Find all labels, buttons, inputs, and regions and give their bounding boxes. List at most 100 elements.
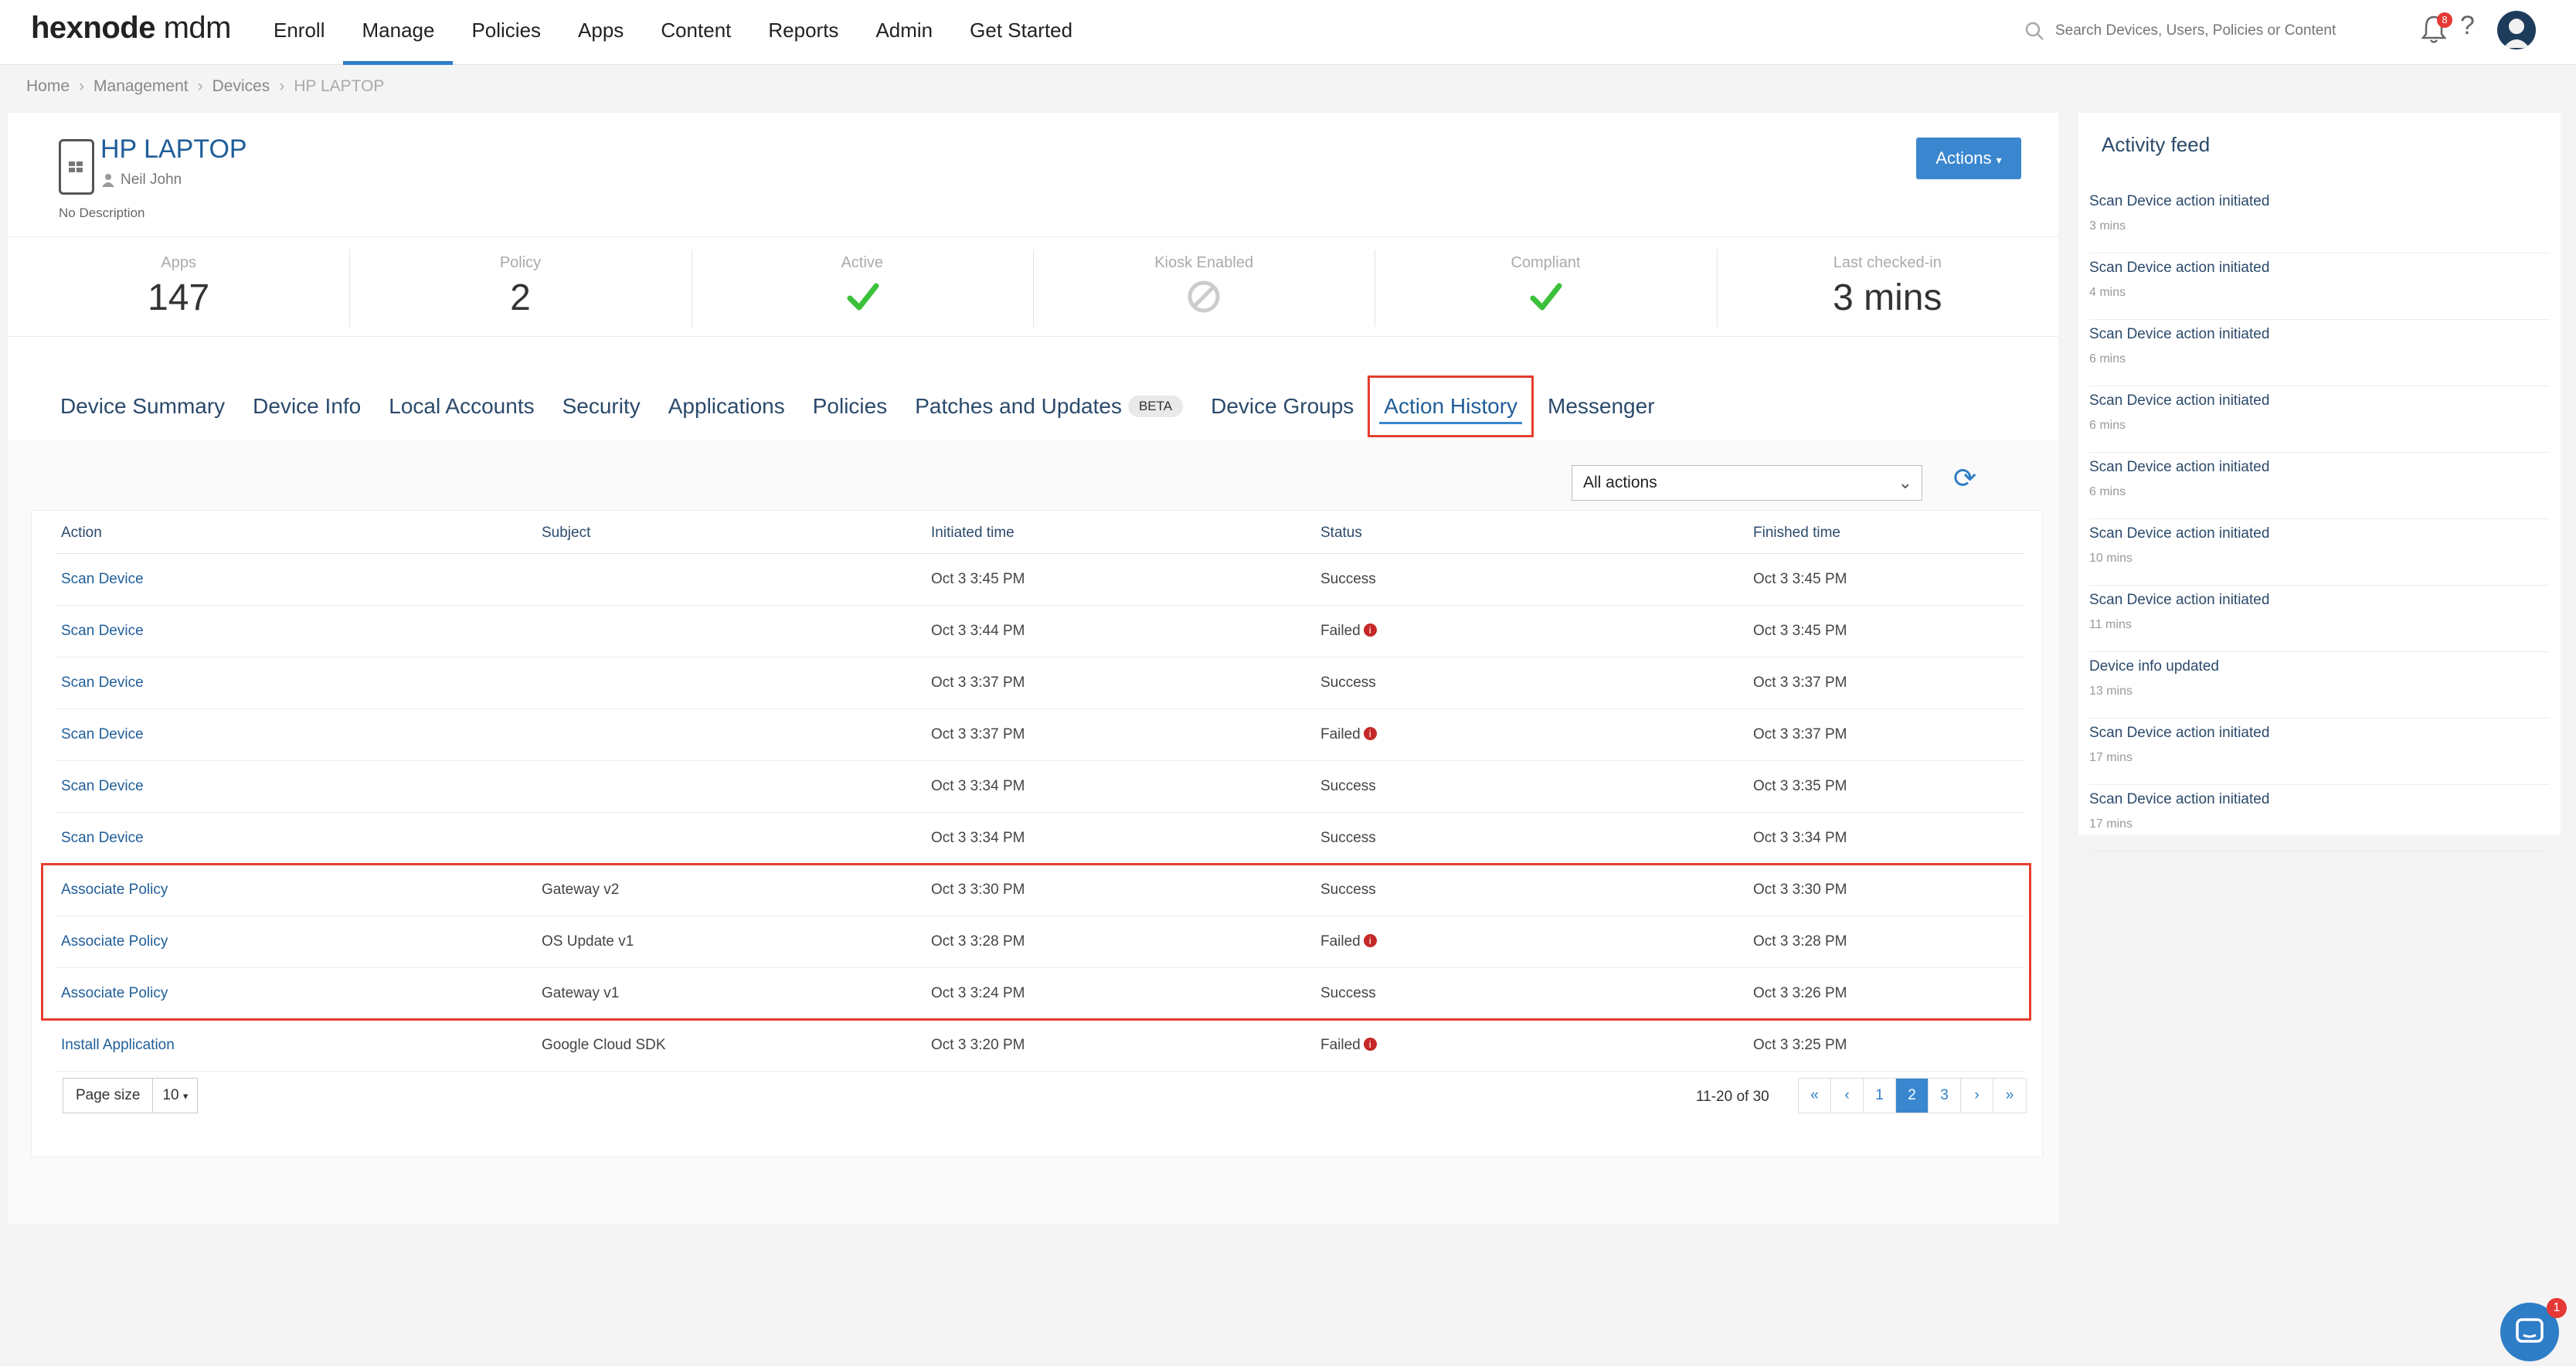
cell-action[interactable]: Associate Policy [55,933,542,950]
header-subject[interactable]: Subject [542,525,931,553]
stat-active: Active [691,237,1033,336]
notifications-button[interactable]: 8 [2420,12,2452,48]
notification-count-badge: 8 [2437,12,2452,28]
page-size-select[interactable]: 10 ▾ [153,1079,197,1113]
table-row[interactable]: Scan Device Oct 3 3:45 PM Success Oct 3 3:4… [55,554,2025,606]
header-status[interactable]: Status [1320,525,1753,553]
table-row[interactable]: Associate Policy OS Update v1 Oct 3 3:28 P… [55,916,2025,968]
cell-action[interactable]: Associate Policy [55,882,542,899]
feed-item[interactable]: Scan Device action initiated 17 mins [2089,719,2550,785]
cell-action[interactable]: Scan Device [55,726,542,743]
cell-status: Success [1320,830,1376,846]
nav-enroll[interactable]: Enroll [255,0,343,65]
cell-action[interactable]: Scan Device [55,571,542,588]
feed-item[interactable]: Scan Device action initiated 6 mins [2089,320,2550,386]
cell-finished-time: Oct 3 3:37 PM [1753,675,1847,691]
nav-content[interactable]: Content [642,0,749,65]
nav-policies[interactable]: Policies [453,0,559,65]
feed-item-text: Scan Device action initiated [2089,592,2270,608]
tab-device-summary[interactable]: Device Summary [46,375,239,437]
tab-local-accounts[interactable]: Local Accounts [375,375,548,437]
page-3[interactable]: 3 [1929,1079,1961,1113]
page-next[interactable]: › [1961,1079,1993,1113]
header-action[interactable]: Action [55,525,542,553]
header-finished-time[interactable]: Finished time [1753,525,2024,553]
table-row[interactable]: Associate Policy Gateway v1 Oct 3 3:24 PM S… [55,968,2025,1020]
feed-item[interactable]: Scan Device action initiated 6 mins [2089,386,2550,453]
page-1[interactable]: 1 [1864,1079,1896,1113]
user-avatar[interactable] [2497,11,2536,49]
actions-dropdown-button[interactable]: Actions ▾ [1916,138,2021,179]
stat-apps[interactable]: Apps 147 [8,237,349,336]
feed-item[interactable]: Scan Device action initiated 4 mins [2089,253,2550,320]
feed-item-time: 6 mins [2089,352,2126,365]
cell-status: Failed i [1320,1037,1753,1054]
tab-applications[interactable]: Applications [654,375,799,437]
feed-item[interactable]: Scan Device action initiated 6 mins [2089,453,2550,519]
table-row[interactable]: Scan Device Oct 3 3:37 PM Failed i Oct 3 3:3… [55,709,2025,761]
nav-get-started[interactable]: Get Started [951,0,1091,65]
info-icon[interactable]: i [1363,934,1377,947]
nav-manage[interactable]: Manage [343,0,454,65]
feed-item-text: Scan Device action initiated [2089,392,2270,409]
feed-item-time: 17 mins [2089,751,2133,764]
device-user[interactable]: Neil John [102,172,182,189]
tab-device-groups[interactable]: Device Groups [1197,375,1368,437]
feed-item[interactable]: Scan Device action initiated 17 mins [2089,785,2550,851]
tab-device-info[interactable]: Device Info [239,375,375,437]
table-row[interactable]: Scan Device Oct 3 3:34 PM Success Oct 3 3:3… [55,813,2025,865]
hexnode-logo[interactable]: hexnode mdm [31,11,231,46]
breadcrumb-devices[interactable]: Devices [212,77,270,96]
device-stats: Apps 147 Policy 2 Active Kiosk Enabled C… [8,236,2058,337]
global-search [2024,15,2380,46]
page-last[interactable]: » [1993,1079,2026,1113]
tab-security[interactable]: Security [549,375,654,437]
action-filter-select[interactable]: All actions ⌄ [1572,465,1922,501]
table-row[interactable]: Install Application Google Cloud SDK Oct 3… [55,1020,2025,1072]
info-icon[interactable]: i [1363,1038,1377,1051]
breadcrumb-management[interactable]: Management [93,77,189,96]
info-icon[interactable]: i [1363,727,1377,740]
chat-launcher-button[interactable]: 1 [2500,1298,2567,1361]
info-icon[interactable]: i [1363,624,1377,637]
feed-item[interactable]: Device info updated 13 mins [2089,652,2550,719]
cell-status: Success [1320,778,1376,794]
page-2[interactable]: 2 [1896,1079,1929,1113]
cell-finished-time: Oct 3 3:35 PM [1753,778,1847,794]
nav-reports[interactable]: Reports [749,0,857,65]
device-description: No Description [59,206,145,220]
feed-item[interactable]: Scan Device action initiated 10 mins [2089,519,2550,586]
stat-policy[interactable]: Policy 2 [349,237,691,336]
chevron-right-icon: › [279,77,285,95]
tab-policies[interactable]: Policies [799,375,901,437]
cell-action[interactable]: Scan Device [55,623,542,640]
cell-initiated-time: Oct 3 3:34 PM [931,778,1025,794]
nav-apps[interactable]: Apps [559,0,642,65]
table-row[interactable]: Associate Policy Gateway v2 Oct 3 3:30 PM S… [55,865,2025,916]
search-input[interactable] [2055,22,2364,39]
cell-action[interactable]: Scan Device [55,675,542,691]
feed-item[interactable]: Scan Device action initiated 3 mins [2089,187,2550,253]
cell-action[interactable]: Associate Policy [55,985,542,1002]
cell-action[interactable]: Scan Device [55,778,542,795]
page-prev[interactable]: ‹ [1831,1079,1864,1113]
cell-status: Success [1320,571,1376,587]
table-row[interactable]: Scan Device Oct 3 3:44 PM Failed i Oct 3 3:4… [55,606,2025,658]
page-first[interactable]: « [1799,1079,1831,1113]
nav-admin[interactable]: Admin [857,0,951,65]
breadcrumb-home[interactable]: Home [26,77,70,96]
tab-messenger[interactable]: Messenger [1534,375,1669,437]
cell-action[interactable]: Install Application [55,1037,542,1054]
refresh-icon[interactable]: ⟳ [1953,462,1976,494]
feed-item-text: Scan Device action initiated [2089,525,2270,542]
feed-item[interactable]: Scan Device action initiated 11 mins [2089,586,2550,652]
cell-finished-time: Oct 3 3:30 PM [1753,882,1847,898]
header-initiated-time[interactable]: Initiated time [931,525,1320,553]
help-icon[interactable]: ? [2460,11,2475,41]
tab-patches-and-updates[interactable]: Patches and Updates BETA [901,375,1197,437]
table-row[interactable]: Scan Device Oct 3 3:34 PM Success Oct 3 3:3… [55,761,2025,813]
tab-action-history[interactable]: Action History [1368,375,1534,437]
chevron-right-icon: › [79,77,85,95]
cell-action[interactable]: Scan Device [55,830,542,847]
table-row[interactable]: Scan Device Oct 3 3:37 PM Success Oct 3 3:3… [55,658,2025,709]
